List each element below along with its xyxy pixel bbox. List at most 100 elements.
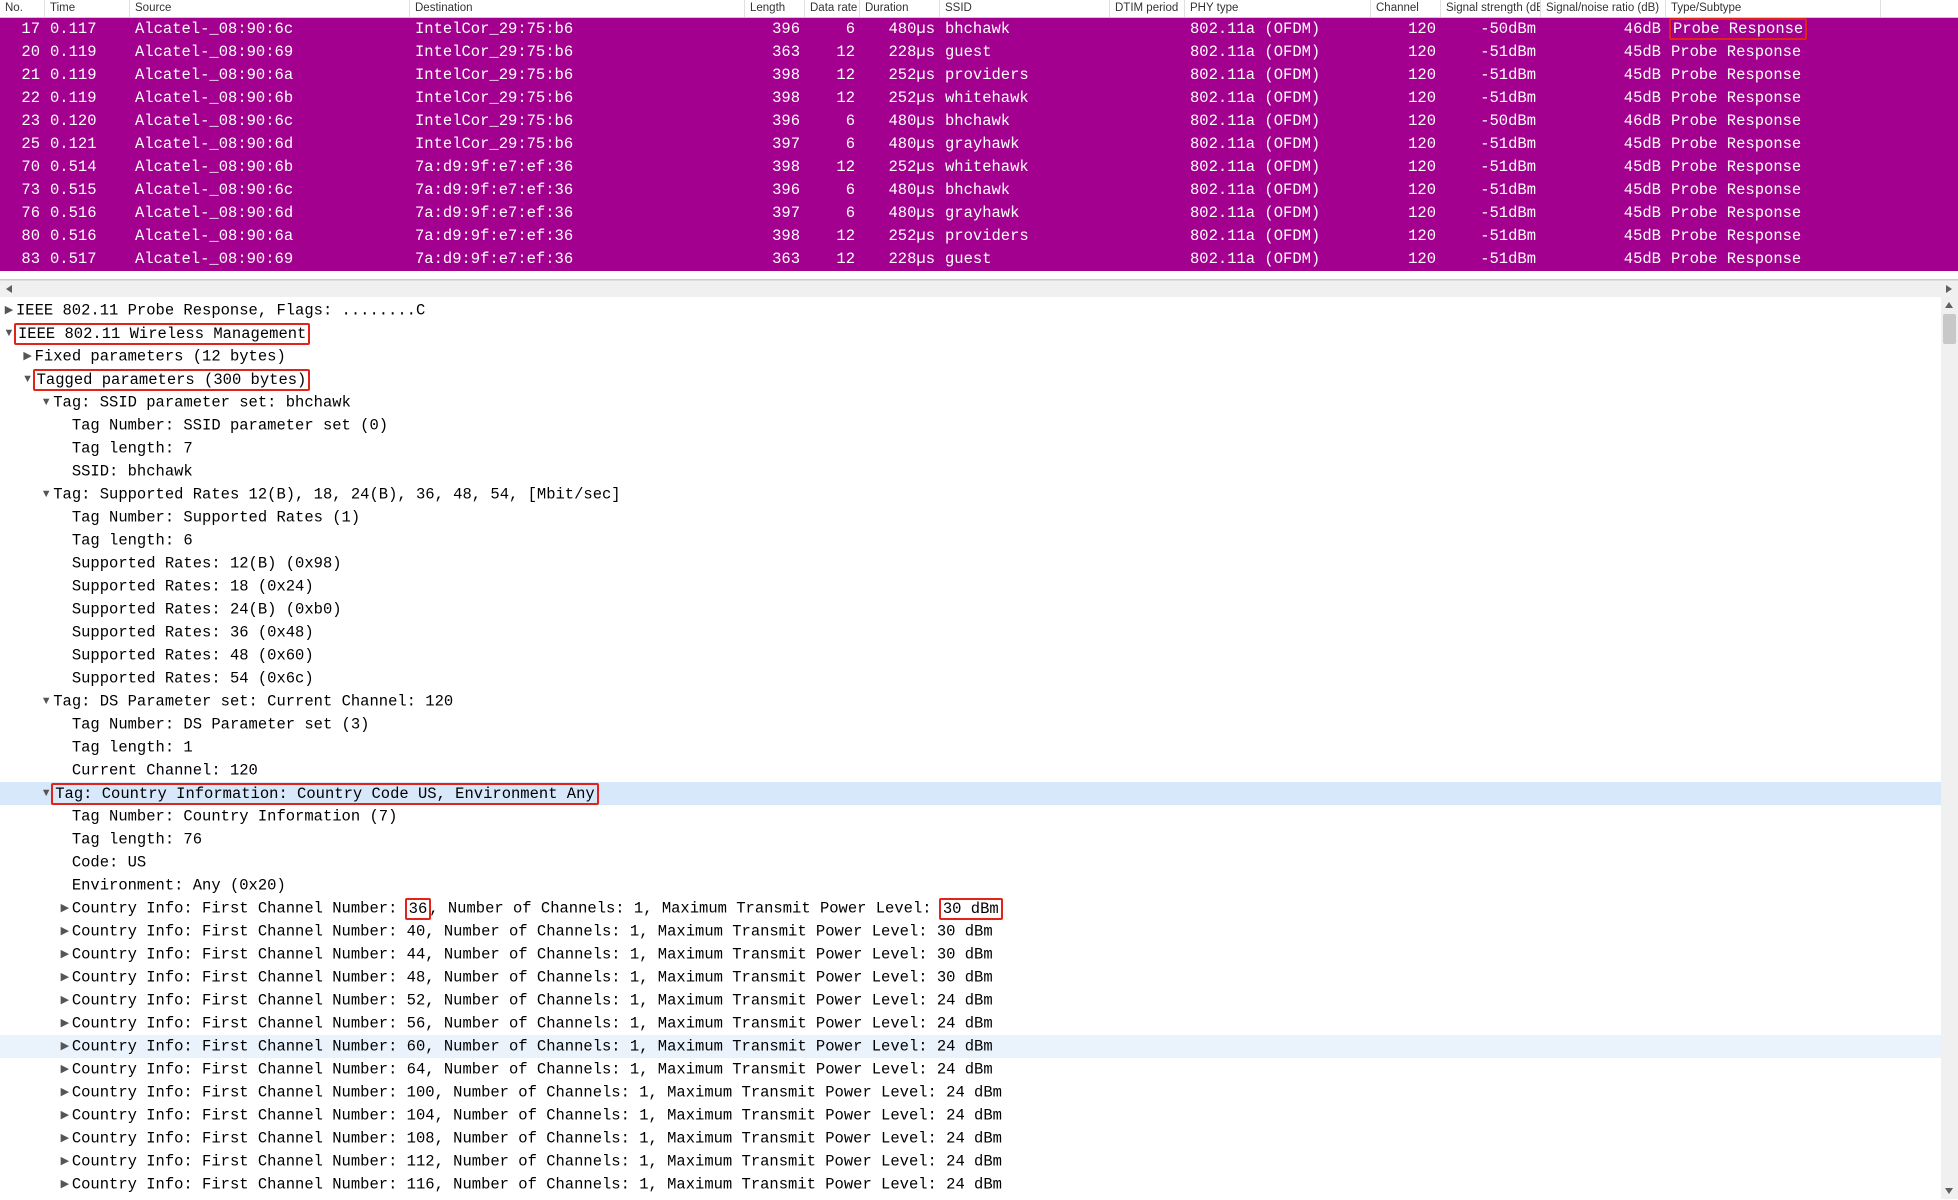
scrollbar-thumb[interactable]: [1943, 314, 1956, 344]
tree-toggle-icon[interactable]: [58, 506, 72, 529]
tree-item[interactable]: Country Info: First Channel Number: 104,…: [0, 1104, 1941, 1127]
tree-toggle-icon[interactable]: [58, 713, 72, 736]
column-header-signal[interactable]: Signal strength (dBm): [1441, 0, 1541, 17]
tree-item[interactable]: Country Info: First Channel Number: 100,…: [0, 1081, 1941, 1104]
tree-toggle-icon[interactable]: [58, 644, 72, 667]
tree-toggle-icon[interactable]: [21, 345, 35, 368]
packet-row[interactable]: 22 0.119Alcatel-_08:90:6bIntelCor_29:75:…: [0, 87, 1958, 110]
tree-toggle-icon[interactable]: [58, 897, 72, 920]
packet-list-header[interactable]: No. Time Source Destination Length Data …: [0, 0, 1958, 18]
tree-item[interactable]: Supported Rates: 24(B) (0xb0): [0, 598, 1941, 621]
packet-row[interactable]: 20 0.119Alcatel-_08:90:69IntelCor_29:75:…: [0, 41, 1958, 64]
tree-item[interactable]: Tag: Country Information: Country Code U…: [0, 782, 1941, 805]
tree-toggle-icon[interactable]: [2, 299, 16, 322]
tree-item[interactable]: Supported Rates: 18 (0x24): [0, 575, 1941, 598]
vertical-scrollbar[interactable]: [1941, 297, 1958, 1199]
tree-item[interactable]: IEEE 802.11 Probe Response, Flags: .....…: [0, 299, 1941, 322]
tree-item[interactable]: Country Info: First Channel Number: 60, …: [0, 1035, 1941, 1058]
tree-item[interactable]: Tagged parameters (300 bytes): [0, 368, 1941, 391]
packet-details-pane[interactable]: IEEE 802.11 Probe Response, Flags: .....…: [0, 297, 1958, 1199]
column-header-destination[interactable]: Destination: [410, 0, 745, 17]
column-header-typesubtype[interactable]: Type/Subtype: [1666, 0, 1881, 17]
packet-row[interactable]: 17 0.117Alcatel-_08:90:6cIntelCor_29:75:…: [0, 18, 1958, 41]
column-header-duration[interactable]: Duration: [860, 0, 940, 17]
tree-toggle-icon[interactable]: [58, 805, 72, 828]
tree-toggle-icon[interactable]: [58, 989, 72, 1012]
tree-item[interactable]: Country Info: First Channel Number: 44, …: [0, 943, 1941, 966]
tree-item[interactable]: Country Info: First Channel Number: 108,…: [0, 1127, 1941, 1150]
packet-row[interactable]: 21 0.119Alcatel-_08:90:6aIntelCor_29:75:…: [0, 64, 1958, 87]
tree-toggle-icon[interactable]: [58, 1035, 72, 1058]
tree-item[interactable]: Tag length: 7: [0, 437, 1941, 460]
tree-item[interactable]: Environment: Any (0x20): [0, 874, 1941, 897]
tree-toggle-icon[interactable]: [58, 1058, 72, 1081]
tree-toggle-icon[interactable]: [58, 460, 72, 483]
column-header-datarate[interactable]: Data rate: [805, 0, 860, 17]
packet-row[interactable]: 25 0.121Alcatel-_08:90:6dIntelCor_29:75:…: [0, 133, 1958, 156]
horizontal-scrollbar[interactable]: [0, 280, 1958, 297]
tree-item[interactable]: Tag Number: SSID parameter set (0): [0, 414, 1941, 437]
tree-item[interactable]: Country Info: First Channel Number: 112,…: [0, 1150, 1941, 1173]
packet-row[interactable]: 80 0.516Alcatel-_08:90:6a7a:d9:9f:e7:ef:…: [0, 225, 1958, 248]
packet-row[interactable]: 23 0.120Alcatel-_08:90:6cIntelCor_29:75:…: [0, 110, 1958, 133]
tree-item[interactable]: Country Info: First Channel Number: 52, …: [0, 989, 1941, 1012]
tree-item[interactable]: Tag length: 1: [0, 736, 1941, 759]
column-header-no[interactable]: No.: [0, 0, 45, 17]
tree-toggle-icon[interactable]: [39, 690, 53, 713]
tree-toggle-icon[interactable]: [58, 437, 72, 460]
tree-item[interactable]: Tag length: 6: [0, 529, 1941, 552]
column-header-dtim[interactable]: DTIM period: [1110, 0, 1185, 17]
tree-toggle-icon[interactable]: [58, 736, 72, 759]
tree-toggle-icon[interactable]: [58, 1173, 72, 1196]
tree-toggle-icon[interactable]: [58, 943, 72, 966]
packet-row[interactable]: 76 0.516Alcatel-_08:90:6d7a:d9:9f:e7:ef:…: [0, 202, 1958, 225]
tree-item[interactable]: Tag: SSID parameter set: bhchawk: [0, 391, 1941, 414]
tree-item[interactable]: Fixed parameters (12 bytes): [0, 345, 1941, 368]
tree-item[interactable]: Tag Number: Country Information (7): [0, 805, 1941, 828]
tree-item[interactable]: Supported Rates: 36 (0x48): [0, 621, 1941, 644]
tree-item[interactable]: Tag Number: DS Parameter set (3): [0, 713, 1941, 736]
tree-toggle-icon[interactable]: [58, 874, 72, 897]
tree-item[interactable]: Country Info: First Channel Number: 56, …: [0, 1012, 1941, 1035]
tree-toggle-icon[interactable]: [58, 828, 72, 851]
tree-toggle-icon[interactable]: [39, 483, 53, 506]
packet-row[interactable]: 73 0.515Alcatel-_08:90:6c7a:d9:9f:e7:ef:…: [0, 179, 1958, 202]
tree-item[interactable]: Country Info: First Channel Number: 116,…: [0, 1173, 1941, 1196]
tree-toggle-icon[interactable]: [58, 529, 72, 552]
column-header-phy[interactable]: PHY type: [1185, 0, 1371, 17]
tree-item[interactable]: Tag: DS Parameter set: Current Channel: …: [0, 690, 1941, 713]
tree-item[interactable]: Current Channel: 120: [0, 759, 1941, 782]
tree-item[interactable]: Country Info: First Channel Number: 36, …: [0, 897, 1941, 920]
tree-toggle-icon[interactable]: [58, 851, 72, 874]
tree-item[interactable]: Code: US: [0, 851, 1941, 874]
tree-toggle-icon[interactable]: [58, 1081, 72, 1104]
tree-toggle-icon[interactable]: [58, 621, 72, 644]
packet-row[interactable]: 83 0.517Alcatel-_08:90:697a:d9:9f:e7:ef:…: [0, 248, 1958, 271]
tree-item[interactable]: Country Info: First Channel Number: 64, …: [0, 1058, 1941, 1081]
tree-item[interactable]: Supported Rates: 54 (0x6c): [0, 667, 1941, 690]
tree-item[interactable]: SSID: bhchawk: [0, 460, 1941, 483]
column-header-snr[interactable]: Signal/noise ratio (dB): [1541, 0, 1666, 17]
tree-item[interactable]: Country Info: First Channel Number: 48, …: [0, 966, 1941, 989]
column-header-source[interactable]: Source: [130, 0, 410, 17]
tree-item[interactable]: Tag: Supported Rates 12(B), 18, 24(B), 3…: [0, 483, 1941, 506]
tree-item[interactable]: Tag length: 76: [0, 828, 1941, 851]
packet-list-pane[interactable]: No. Time Source Destination Length Data …: [0, 0, 1958, 280]
tree-toggle-icon[interactable]: [58, 920, 72, 943]
column-header-time[interactable]: Time: [45, 0, 130, 17]
column-header-length[interactable]: Length: [745, 0, 805, 17]
tree-toggle-icon[interactable]: [58, 414, 72, 437]
column-header-ssid[interactable]: SSID: [940, 0, 1110, 17]
tree-item[interactable]: Supported Rates: 48 (0x60): [0, 644, 1941, 667]
tree-toggle-icon[interactable]: [58, 759, 72, 782]
tree-toggle-icon[interactable]: [58, 966, 72, 989]
tree-item[interactable]: Tag Number: Supported Rates (1): [0, 506, 1941, 529]
tree-toggle-icon[interactable]: [58, 1104, 72, 1127]
packet-row[interactable]: 70 0.514Alcatel-_08:90:6b7a:d9:9f:e7:ef:…: [0, 156, 1958, 179]
tree-item[interactable]: Country Info: First Channel Number: 40, …: [0, 920, 1941, 943]
tree-toggle-icon[interactable]: [58, 1150, 72, 1173]
tree-toggle-icon[interactable]: [58, 1127, 72, 1150]
tree-item[interactable]: Supported Rates: 12(B) (0x98): [0, 552, 1941, 575]
tree-toggle-icon[interactable]: [58, 552, 72, 575]
column-header-channel[interactable]: Channel: [1371, 0, 1441, 17]
